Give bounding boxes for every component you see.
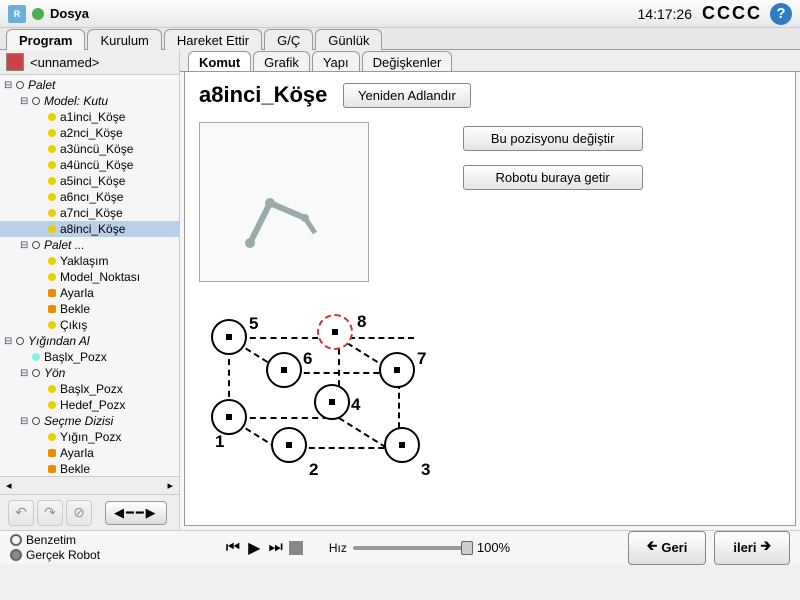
sub-tab-grafik[interactable]: Grafik [253,51,310,72]
stop-button[interactable] [289,541,303,555]
window-title: Dosya [50,6,89,21]
back-button[interactable]: 🡰 Geri [628,531,707,565]
transport-controls: ⏮ ▶ ⏭ [224,538,303,558]
undo-button[interactable]: ↶ [8,500,34,526]
tree-item[interactable]: ⊟Seçme Dizisi [0,413,179,429]
play-button[interactable]: ▶ [246,538,262,558]
robot-arm-icon [240,183,330,253]
main-tab-program[interactable]: Program [6,29,85,50]
tree-item[interactable]: a5inci_Köşe [0,173,179,189]
tree-item[interactable]: Bekle [0,461,179,476]
save-icon[interactable] [6,53,24,71]
clock: 14:17:26 [638,6,693,22]
speed-value: 100% [477,540,510,555]
simulation-mode[interactable]: Benzetim [10,533,100,547]
sidebar: <unnamed> ⊟Palet⊟Model: Kutua1inci_Köşea… [0,50,180,530]
program-tree[interactable]: ⊟Palet⊟Model: Kutua1inci_Köşea2nci_Köşea… [0,75,179,476]
filename: <unnamed> [30,55,99,70]
corner-node-7 [379,352,415,388]
tree-item[interactable]: Çıkış [0,317,179,333]
titlebar: R Dosya 14:17:26 CCCC ? [0,0,800,28]
tree-item[interactable]: ⊟Palet ... [0,237,179,253]
main-tab-g/ç[interactable]: G/Ç [264,29,313,50]
footer: Benzetim Gerçek Robot ⏮ ▶ ⏭ Hız 100% 🡰 G… [0,530,800,564]
status-letters: CCCC [702,3,762,24]
delete-button[interactable]: ⊘ [66,500,92,526]
move-robot-here-button[interactable]: Robotu buraya getir [463,165,643,190]
next-button[interactable]: ileri 🡲 [714,531,790,565]
command-panel: a8inci_Köşe Yeniden Adlandır Bu pozisyon… [184,71,796,526]
corner-node-6 [266,352,302,388]
tree-item[interactable]: a2nci_Köşe [0,125,179,141]
rewind-button[interactable]: ⏮ [224,539,242,557]
tree-item[interactable]: a8inci_Köşe [0,221,179,237]
tree-item[interactable]: Model_Noktası [0,269,179,285]
tree-item[interactable]: ⊟Yön [0,365,179,381]
corner-label-7: 7 [417,349,426,369]
edit-toolbar: ↶ ↷ ⊘ ◀━━▶ [0,494,179,530]
tree-item[interactable]: Ayarla [0,285,179,301]
corner-node-5 [211,319,247,355]
sub-tab-komut[interactable]: Komut [188,51,251,72]
status-dot-icon [32,8,44,20]
tree-item[interactable]: Başlx_Pozx [0,381,179,397]
tree-item[interactable]: ⊟Model: Kutu [0,93,179,109]
node-heading: a8inci_Köşe [199,82,327,108]
corner-label-2: 2 [309,460,318,480]
app-logo-icon: R [8,5,26,23]
corner-label-8: 8 [357,312,366,332]
sub-tab-yapı[interactable]: Yapı [312,51,360,72]
corner-label-6: 6 [303,349,312,369]
tree-item[interactable]: a7nci_Köşe [0,205,179,221]
redo-button[interactable]: ↷ [37,500,63,526]
robot-preview [199,122,369,282]
help-button[interactable]: ? [770,3,792,25]
corner-node-8 [317,314,353,350]
tree-item[interactable]: a3üncü_Köşe [0,141,179,157]
corner-node-1 [211,399,247,435]
real-robot-mode[interactable]: Gerçek Robot [10,548,100,562]
forward-button[interactable]: ⏭ [266,539,284,557]
tree-item[interactable]: a6ncı_Köşe [0,189,179,205]
tree-item[interactable]: ⊟Palet [0,77,179,93]
speed-slider[interactable] [353,546,473,550]
tree-item[interactable]: Yaklaşım [0,253,179,269]
speed-label: Hız [329,541,347,555]
tree-item[interactable]: Bekle [0,301,179,317]
sub-tab-değişkenler[interactable]: Değişkenler [362,51,453,72]
corner-label-5: 5 [249,314,258,334]
tree-item[interactable]: Yığın_Pozx [0,429,179,445]
move-node-control[interactable]: ◀━━▶ [105,501,167,525]
corner-label-1: 1 [215,432,224,452]
corner-node-4 [314,384,350,420]
box-corner-diagram: 5 8 6 7 1 4 2 3 [199,302,499,482]
main-tab-hareket ettir[interactable]: Hareket Ettir [164,29,262,50]
corner-node-2 [271,427,307,463]
tree-item[interactable]: a1inci_Köşe [0,109,179,125]
tree-item[interactable]: a4üncü_Köşe [0,157,179,173]
corner-label-3: 3 [421,460,430,480]
tree-scrollbar[interactable]: ◂▸ [0,476,179,494]
tree-item[interactable]: Hedef_Pozx [0,397,179,413]
tree-item[interactable]: Başlx_Pozx [0,349,179,365]
tree-item[interactable]: Ayarla [0,445,179,461]
corner-node-3 [384,427,420,463]
rename-button[interactable]: Yeniden Adlandır [343,83,471,108]
main-tab-kurulum[interactable]: Kurulum [87,29,161,50]
change-position-button[interactable]: Bu pozisyonu değiştir [463,126,643,151]
sub-tabs: KomutGrafikYapıDeğişkenler [180,50,800,72]
main-tabs: ProgramKurulumHareket EttirG/ÇGünlük [0,28,800,50]
corner-label-4: 4 [351,395,360,415]
tree-item[interactable]: ⊟Yığından Al [0,333,179,349]
main-tab-günlük[interactable]: Günlük [315,29,382,50]
file-row: <unnamed> [0,50,179,75]
